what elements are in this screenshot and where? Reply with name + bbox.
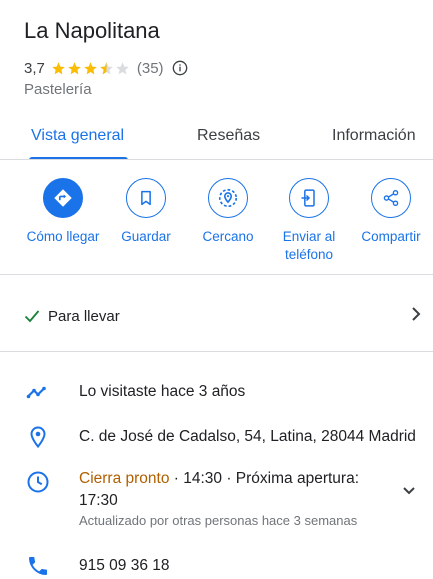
rating-value: 3,7 <box>24 59 45 77</box>
tab-about[interactable]: Información <box>332 113 416 159</box>
tab-bar: Vista general Reseñas Información <box>0 113 433 160</box>
share-label: Compartir <box>361 229 421 244</box>
tab-overview[interactable]: Vista general <box>31 113 124 159</box>
place-panel: La Napolitana 3,7 (35) Pastelería Vista … <box>0 0 433 579</box>
clock-icon <box>27 471 49 493</box>
visited-text: Lo visitaste hace 3 años <box>79 383 246 400</box>
phone-row[interactable]: 915 09 36 18 <box>0 554 433 579</box>
divider <box>0 351 433 352</box>
hours-updated: Actualizado por otras personas hace 3 se… <box>79 513 358 528</box>
divider <box>0 159 433 160</box>
address-row[interactable]: C. de José de Cadalso, 54, Latina, 28044… <box>0 425 433 451</box>
phone-text: 915 09 36 18 <box>79 557 170 574</box>
directions-icon <box>54 189 72 207</box>
review-count[interactable]: (35) <box>137 60 164 77</box>
star-full-icon <box>84 61 97 74</box>
place-title: La Napolitana <box>24 18 160 43</box>
place-category[interactable]: Pastelería <box>24 81 92 98</box>
nearby-label: Cercano <box>202 229 254 244</box>
star-empty-icon <box>116 61 129 74</box>
share-button[interactable]: Compartir <box>349 178 433 246</box>
takeaway-label: Para llevar <box>48 308 120 325</box>
chevron-down-icon[interactable] <box>402 486 416 496</box>
share-icon <box>383 189 399 207</box>
directions-label: Cómo llegar <box>26 229 100 244</box>
service-options-row[interactable]: Para llevar <box>0 296 433 336</box>
bookmark-icon <box>141 190 151 206</box>
tab-reviews[interactable]: Reseñas <box>197 113 260 159</box>
chevron-right-icon <box>412 307 421 321</box>
star-full-icon <box>52 61 65 74</box>
star-rating <box>51 61 131 76</box>
save-label: Guardar <box>121 229 171 244</box>
rating-row: 3,7 (35) <box>24 58 188 78</box>
hours-row[interactable]: Cierra pronto · 14:30 · Próxima apertura… <box>0 468 433 538</box>
location-pin-icon <box>30 426 46 449</box>
address-text: C. de José de Cadalso, 54, Latina, 28044… <box>79 428 416 445</box>
directions-button[interactable]: Cómo llegar <box>21 178 105 246</box>
star-full-icon <box>68 61 81 74</box>
info-icon[interactable] <box>172 60 188 76</box>
star-half-icon <box>100 61 113 74</box>
send-to-phone-button[interactable]: Enviar al teléfono <box>267 178 351 264</box>
check-icon <box>24 310 40 323</box>
visited-row: Lo visitaste hace 3 años <box>0 380 433 404</box>
hours-text: Cierra pronto · 14:30 · Próxima apertura… <box>79 468 359 530</box>
send-to-phone-icon <box>301 189 315 207</box>
nearby-button[interactable]: Cercano <box>186 178 270 246</box>
phone-icon <box>29 557 47 575</box>
hours-detail: · 14:30 · Próxima apertura: <box>169 470 359 487</box>
divider <box>0 274 433 275</box>
save-button[interactable]: Guardar <box>104 178 188 246</box>
hours-status: Cierra pronto <box>79 470 170 487</box>
send-to-phone-label: Enviar al teléfono <box>282 229 336 262</box>
timeline-icon <box>26 386 46 399</box>
hours-next: 17:30 <box>79 492 118 509</box>
nearby-icon <box>218 188 238 208</box>
